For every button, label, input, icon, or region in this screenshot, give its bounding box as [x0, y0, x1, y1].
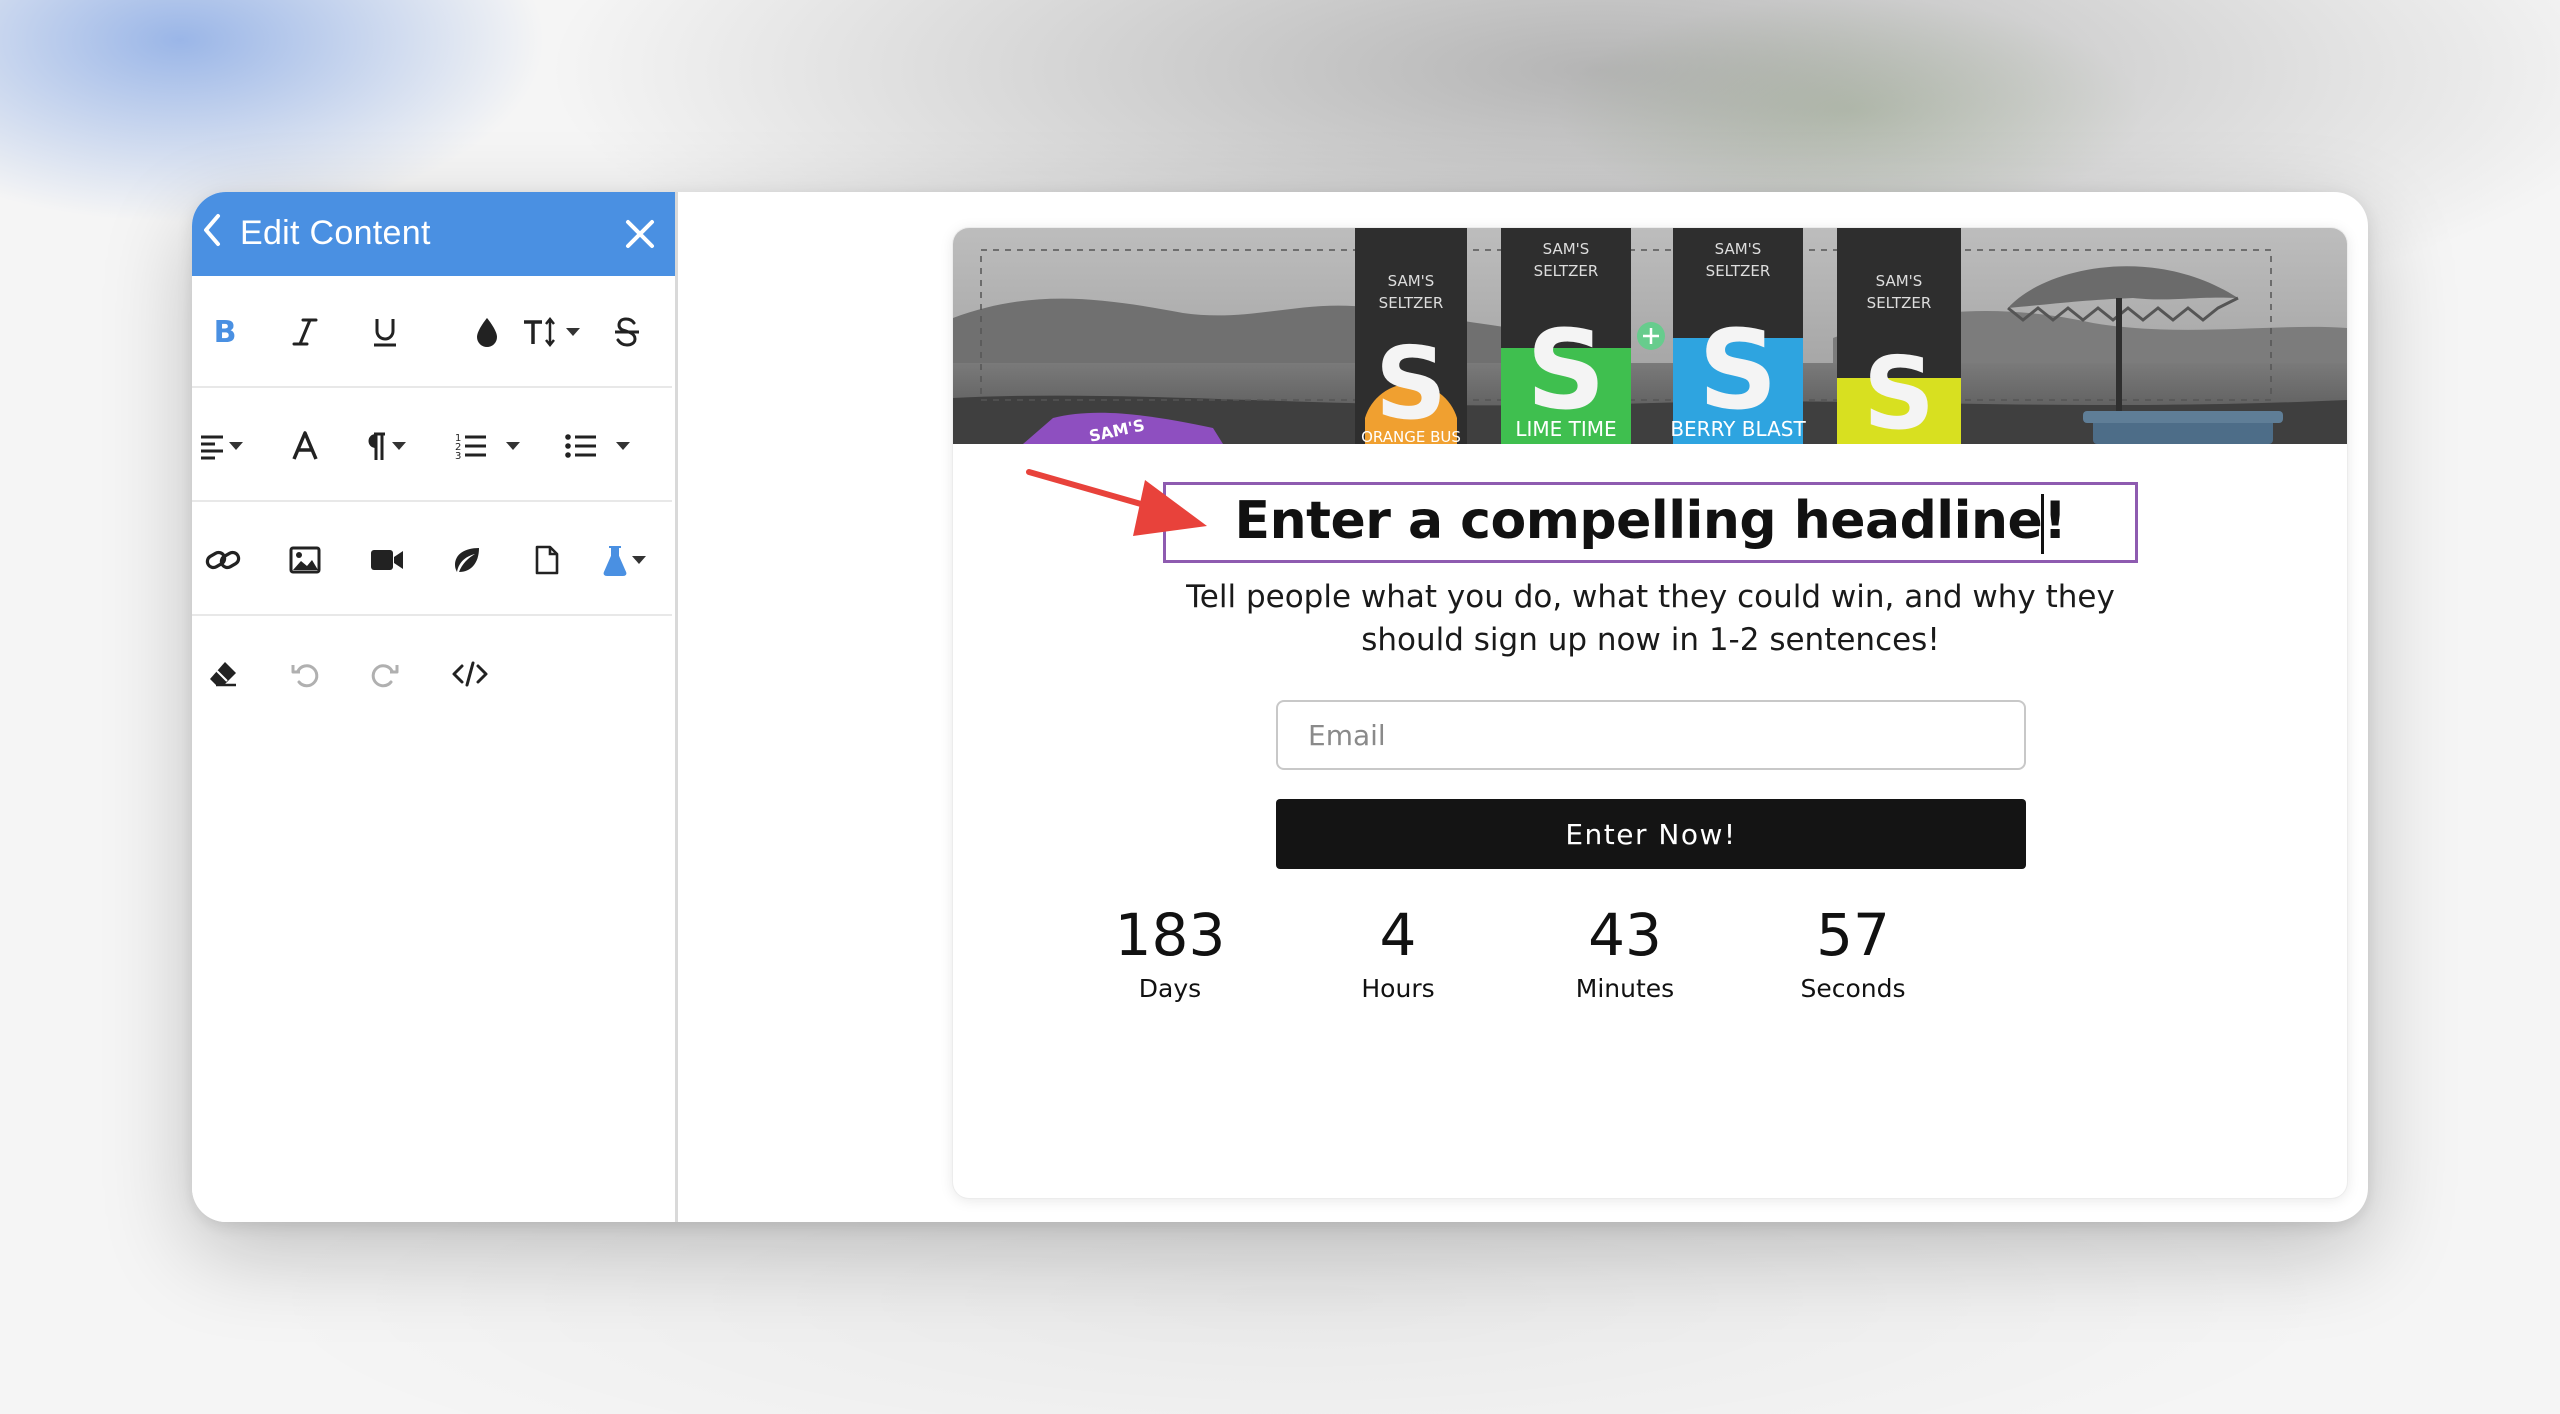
svg-text:S: S [1526, 306, 1605, 434]
code-view-icon[interactable] [442, 646, 498, 702]
file-icon[interactable] [522, 532, 572, 588]
landing-page-preview: SAM'S SAM'S SELTZER S ORANGE BUS SAM'S S… [953, 228, 2347, 1198]
sidebar-title: Edit Content [240, 214, 431, 252]
video-icon[interactable] [360, 532, 414, 588]
toolbar-row-paragraph: 123 [192, 390, 672, 502]
svg-text:S: S [1863, 335, 1935, 444]
countdown-label: Days [1138, 974, 1202, 1003]
toolbar-row-insert [192, 504, 672, 616]
enter-now-button[interactable]: Enter Now! [1276, 799, 2026, 869]
svg-text:SELTZER: SELTZER [1867, 294, 1932, 312]
seltzer-can-blue: SAM'S SELTZER S BERRY BLAST [1670, 228, 1806, 444]
seltzer-can-green: SAM'S SELTZER S LIME TIME [1501, 228, 1631, 444]
chevron-down-icon [632, 556, 646, 564]
redo-icon[interactable] [360, 646, 410, 702]
countdown-value: 57 [1816, 901, 1890, 969]
svg-text:S: S [1698, 306, 1777, 434]
seltzer-can-yellow: SAM'S SELTZER S [1837, 228, 1961, 444]
edit-content-sidebar: Edit Content B 1 2 3 [192, 192, 678, 1222]
svg-text:BERRY BLAST: BERRY BLAST [1670, 417, 1806, 441]
chevron-down-icon [506, 442, 520, 450]
hero-banner-image: SAM'S SAM'S SELTZER S ORANGE BUS SAM'S S… [953, 228, 2347, 444]
countdown-days: 183 Days [1070, 900, 1270, 1003]
unordered-list-icon[interactable] [547, 418, 647, 474]
countdown-value: 4 [1379, 901, 1417, 969]
countdown-minutes: 43 Minutes [1525, 900, 1725, 1003]
email-field[interactable] [1276, 700, 2026, 770]
bold-icon[interactable]: B [200, 304, 250, 360]
svg-text:SELTZER: SELTZER [1379, 294, 1444, 312]
image-icon[interactable] [280, 532, 330, 588]
chevron-down-icon [566, 328, 580, 336]
svg-text:SELTZER: SELTZER [1534, 262, 1599, 280]
font-size-icon[interactable] [516, 304, 586, 360]
countdown-hours: 4 Hours [1298, 900, 1498, 1003]
toolbar-row-misc [192, 618, 672, 730]
paragraph-format-icon[interactable] [352, 418, 416, 474]
undo-icon[interactable] [280, 646, 330, 702]
headline-editor-selection[interactable]: Enter a compelling headline! [1163, 482, 2138, 563]
font-family-icon[interactable] [280, 418, 330, 474]
editor-window: Edit Content B 1 2 3 SAM'S SAM'S SELTZER… [192, 192, 2368, 1222]
toolbar-row-formatting: B [192, 276, 672, 388]
svg-text:LIME TIME: LIME TIME [1515, 417, 1616, 441]
underline-icon[interactable] [360, 304, 410, 360]
countdown-label: Minutes [1575, 974, 1675, 1003]
close-icon[interactable] [622, 216, 658, 252]
headline-text[interactable]: Enter a compelling headline! [1235, 491, 2067, 554]
chevron-down-icon [392, 442, 406, 450]
eraser-icon[interactable] [198, 646, 248, 702]
svg-text:S: S [1375, 325, 1447, 442]
subheadline-text[interactable]: Tell people what you do, what they could… [1173, 576, 2128, 662]
countdown-value: 183 [1114, 901, 1226, 969]
align-icon[interactable] [194, 418, 248, 474]
countdown-label: Seconds [1800, 974, 1906, 1003]
svg-text:SELTZER: SELTZER [1706, 262, 1771, 280]
leaf-icon[interactable] [442, 532, 492, 588]
link-icon[interactable] [198, 532, 248, 588]
chevron-down-icon [229, 442, 243, 450]
flask-icon[interactable] [592, 532, 656, 588]
svg-text:SAM'S: SAM'S [1543, 240, 1590, 258]
countdown-label: Hours [1361, 974, 1435, 1003]
countdown-seconds: 57 Seconds [1753, 900, 1953, 1003]
italic-icon[interactable] [280, 304, 330, 360]
svg-text:ORANGE BUS: ORANGE BUS [1361, 428, 1461, 444]
svg-text:B: B [214, 315, 237, 350]
sidebar-header: Edit Content [192, 192, 675, 276]
svg-text:SAM'S: SAM'S [1388, 272, 1435, 290]
svg-text:3: 3 [455, 451, 461, 462]
annotation-arrow-icon [1026, 469, 1207, 536]
text-color-drop-icon[interactable] [462, 304, 512, 360]
ordered-list-icon[interactable]: 123 [442, 418, 532, 474]
seltzer-can-orange: SAM'S SELTZER S ORANGE BUS [1355, 228, 1467, 444]
chevron-left-icon[interactable] [198, 212, 228, 248]
svg-text:SAM'S: SAM'S [1715, 240, 1762, 258]
countdown-value: 43 [1588, 901, 1662, 969]
strikethrough-icon[interactable] [602, 304, 652, 360]
svg-text:SAM'S: SAM'S [1876, 272, 1923, 290]
chevron-down-icon [616, 442, 630, 450]
